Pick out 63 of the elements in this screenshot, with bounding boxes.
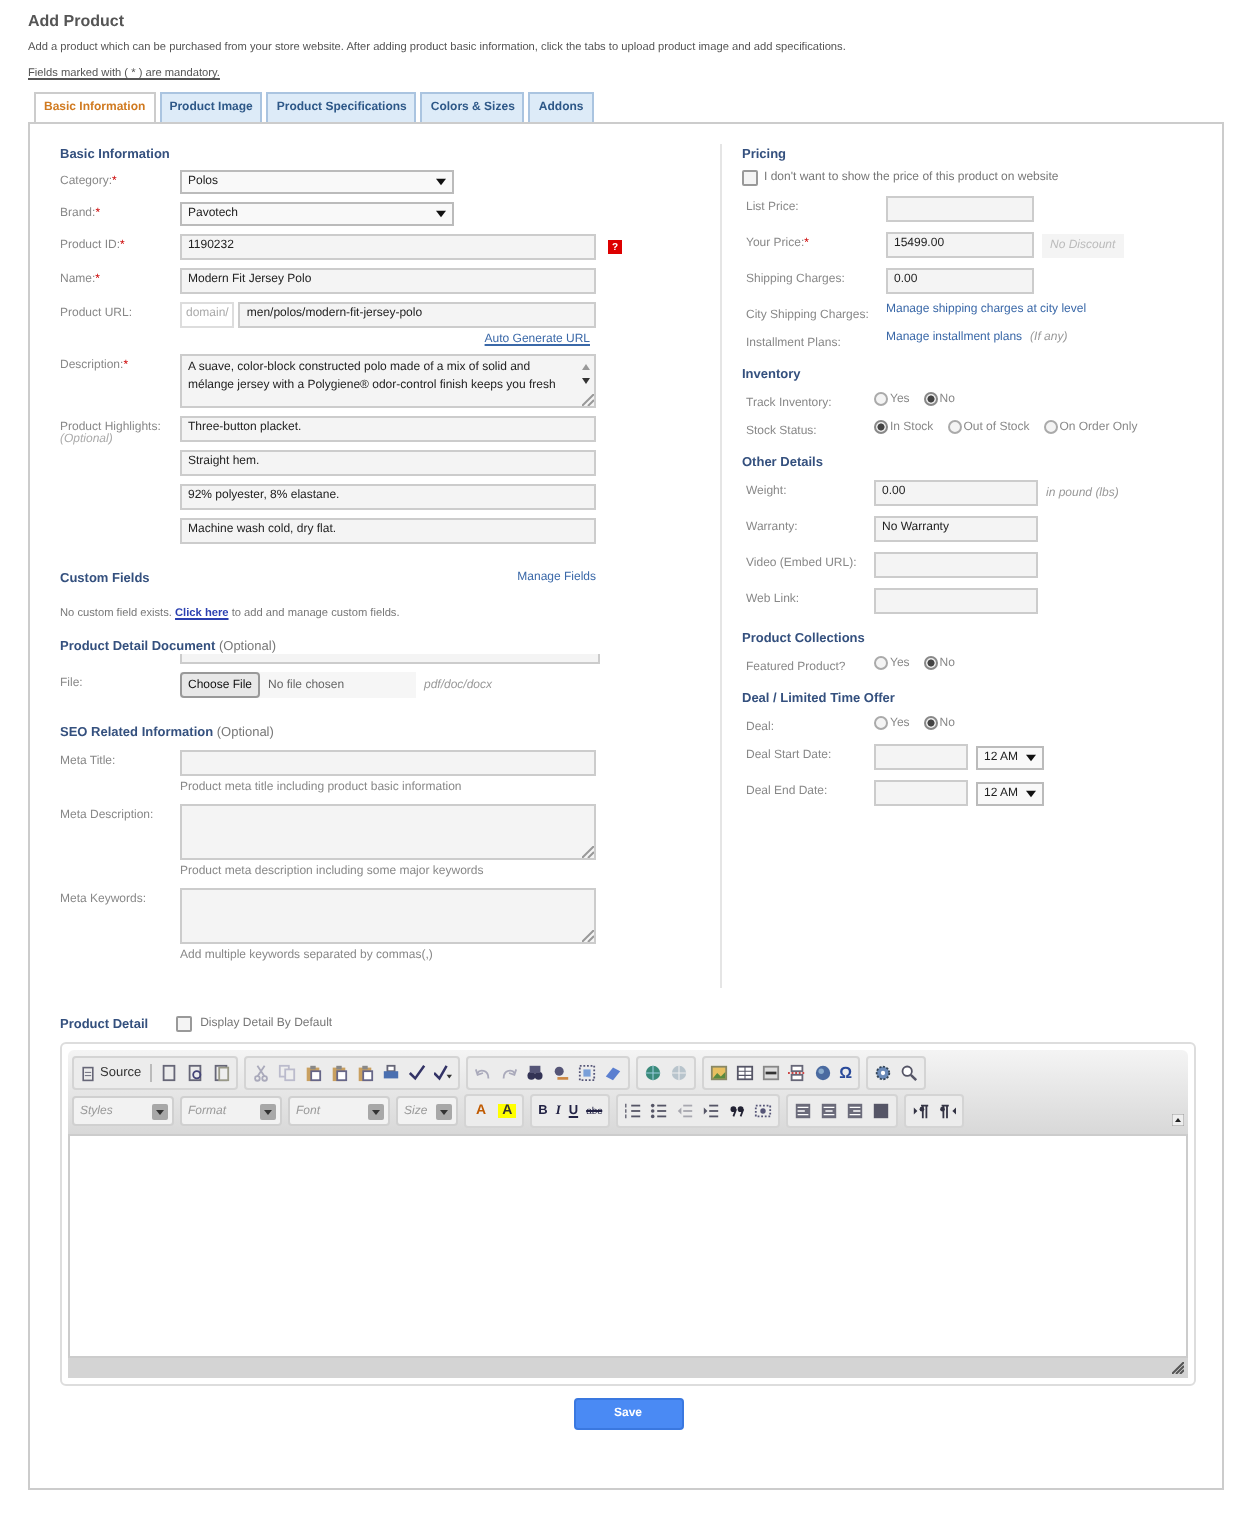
clipboard-icon[interactable] <box>329 1064 348 1082</box>
date-field[interactable] <box>874 780 968 806</box>
collapse-icon[interactable] <box>1172 1114 1184 1126</box>
radio-button[interactable] <box>874 420 888 434</box>
text-field[interactable] <box>874 552 1038 578</box>
date-field[interactable] <box>874 744 968 770</box>
text-field[interactable] <box>886 196 1034 222</box>
text-field[interactable] <box>874 588 1038 614</box>
checkbox[interactable] <box>742 170 758 186</box>
select-all-icon[interactable] <box>577 1064 596 1082</box>
resize-grip-icon <box>1172 1362 1184 1374</box>
align-right-icon[interactable] <box>846 1102 865 1120</box>
align-center-icon[interactable] <box>820 1102 839 1120</box>
check-dropdown-icon[interactable] <box>433 1064 452 1082</box>
magnifier-icon[interactable] <box>900 1064 919 1082</box>
image-icon[interactable] <box>709 1064 728 1082</box>
resize-grip-icon <box>582 846 594 858</box>
resize-grip-icon <box>582 394 594 406</box>
caret-icon <box>1026 753 1036 761</box>
text-direction-icon[interactable] <box>938 1102 957 1120</box>
printer-icon[interactable] <box>381 1064 400 1082</box>
radio-button[interactable] <box>923 656 938 670</box>
numbered-list-icon[interactable] <box>624 1102 643 1120</box>
caret-icon <box>436 178 446 186</box>
gear-icon[interactable] <box>874 1064 893 1082</box>
page-title: Add Product <box>28 12 126 30</box>
text-field[interactable] <box>180 750 596 776</box>
dropdown-arrow-icon <box>260 1103 276 1119</box>
table-icon[interactable] <box>735 1064 754 1082</box>
radio-button[interactable] <box>1043 420 1058 434</box>
radio-button[interactable] <box>923 392 938 406</box>
caret-icon <box>436 210 446 218</box>
bulleted-list-icon[interactable] <box>650 1102 669 1120</box>
binoculars-icon[interactable] <box>525 1064 544 1082</box>
preview-icon[interactable] <box>185 1064 204 1082</box>
checkbox[interactable] <box>176 1016 193 1032</box>
dropdown-arrow-icon <box>152 1103 168 1119</box>
quote-icon[interactable] <box>728 1102 747 1120</box>
check-icon[interactable] <box>407 1064 426 1082</box>
radio-button[interactable] <box>947 420 962 434</box>
dropdown-arrow-icon <box>368 1103 384 1119</box>
clipboard-icon[interactable] <box>355 1064 374 1082</box>
align-left-icon[interactable] <box>794 1102 813 1120</box>
indent-icon[interactable] <box>702 1102 721 1120</box>
justify-icon[interactable] <box>872 1102 891 1120</box>
caret-icon <box>1026 789 1036 797</box>
radio-button[interactable] <box>874 656 888 670</box>
special-character-button[interactable]: Ω <box>839 1064 853 1082</box>
clipboard-icon[interactable] <box>303 1064 322 1082</box>
page-break-icon[interactable] <box>787 1064 806 1082</box>
textarea-field[interactable] <box>180 804 596 860</box>
radio-button[interactable] <box>923 716 938 730</box>
div-container-icon[interactable] <box>754 1102 773 1120</box>
textarea-field[interactable] <box>180 888 596 944</box>
document-icon <box>80 1065 96 1081</box>
document-icon[interactable] <box>159 1064 178 1082</box>
radio-button[interactable] <box>874 716 888 730</box>
documents-icon[interactable] <box>211 1064 230 1082</box>
eraser-icon[interactable] <box>603 1064 622 1082</box>
resize-grip-icon <box>582 930 594 942</box>
text-direction-icon[interactable] <box>912 1102 931 1120</box>
radio-button[interactable] <box>874 392 888 406</box>
dropdown-arrow-icon <box>436 1103 452 1119</box>
